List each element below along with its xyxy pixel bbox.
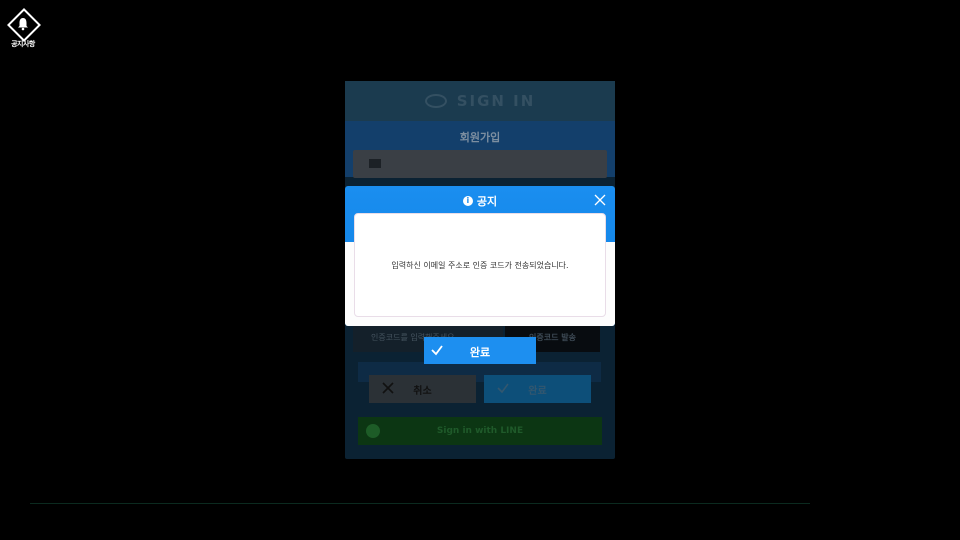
bell-icon bbox=[18, 18, 28, 31]
notice-corner-button[interactable]: 공지사항 bbox=[6, 8, 41, 50]
dialog-title-text: 공지 bbox=[476, 195, 498, 208]
dialog-ok-button[interactable]: 완료 bbox=[424, 337, 536, 364]
info-icon: i bbox=[462, 196, 473, 206]
dialog-close-icon[interactable] bbox=[594, 194, 606, 206]
dialog-message: 입력하신 이메일 주소로 인증 코드가 전송되었습니다. bbox=[354, 213, 606, 317]
cancel-label: 취소 bbox=[413, 386, 432, 397]
logo-text: SIGN IN bbox=[456, 92, 536, 110]
confirm-label: 완료 bbox=[528, 386, 547, 397]
footer-divider bbox=[30, 503, 810, 504]
eye-logo-icon bbox=[424, 94, 447, 108]
line-label: Sign in with LINE bbox=[436, 426, 524, 436]
line-icon bbox=[366, 424, 380, 438]
line-signin-button[interactable]: Sign in with LINE bbox=[358, 417, 602, 445]
dialog-ok-label: 완료 bbox=[469, 346, 491, 359]
mail-icon bbox=[369, 159, 381, 168]
notice-corner-label: 공지사항 bbox=[11, 40, 35, 48]
cancel-button[interactable]: 취소 bbox=[369, 375, 476, 403]
dialog-title: i 공지 bbox=[345, 193, 615, 209]
signup-logo: SIGN IN bbox=[345, 81, 615, 121]
notice-dialog: i 공지 입력하신 이메일 주소로 인증 코드가 전송되었습니다. bbox=[345, 186, 615, 326]
signup-title-text: 회원가입 bbox=[459, 131, 501, 144]
email-field[interactable] bbox=[353, 150, 607, 178]
confirm-button[interactable]: 완료 bbox=[484, 375, 591, 403]
